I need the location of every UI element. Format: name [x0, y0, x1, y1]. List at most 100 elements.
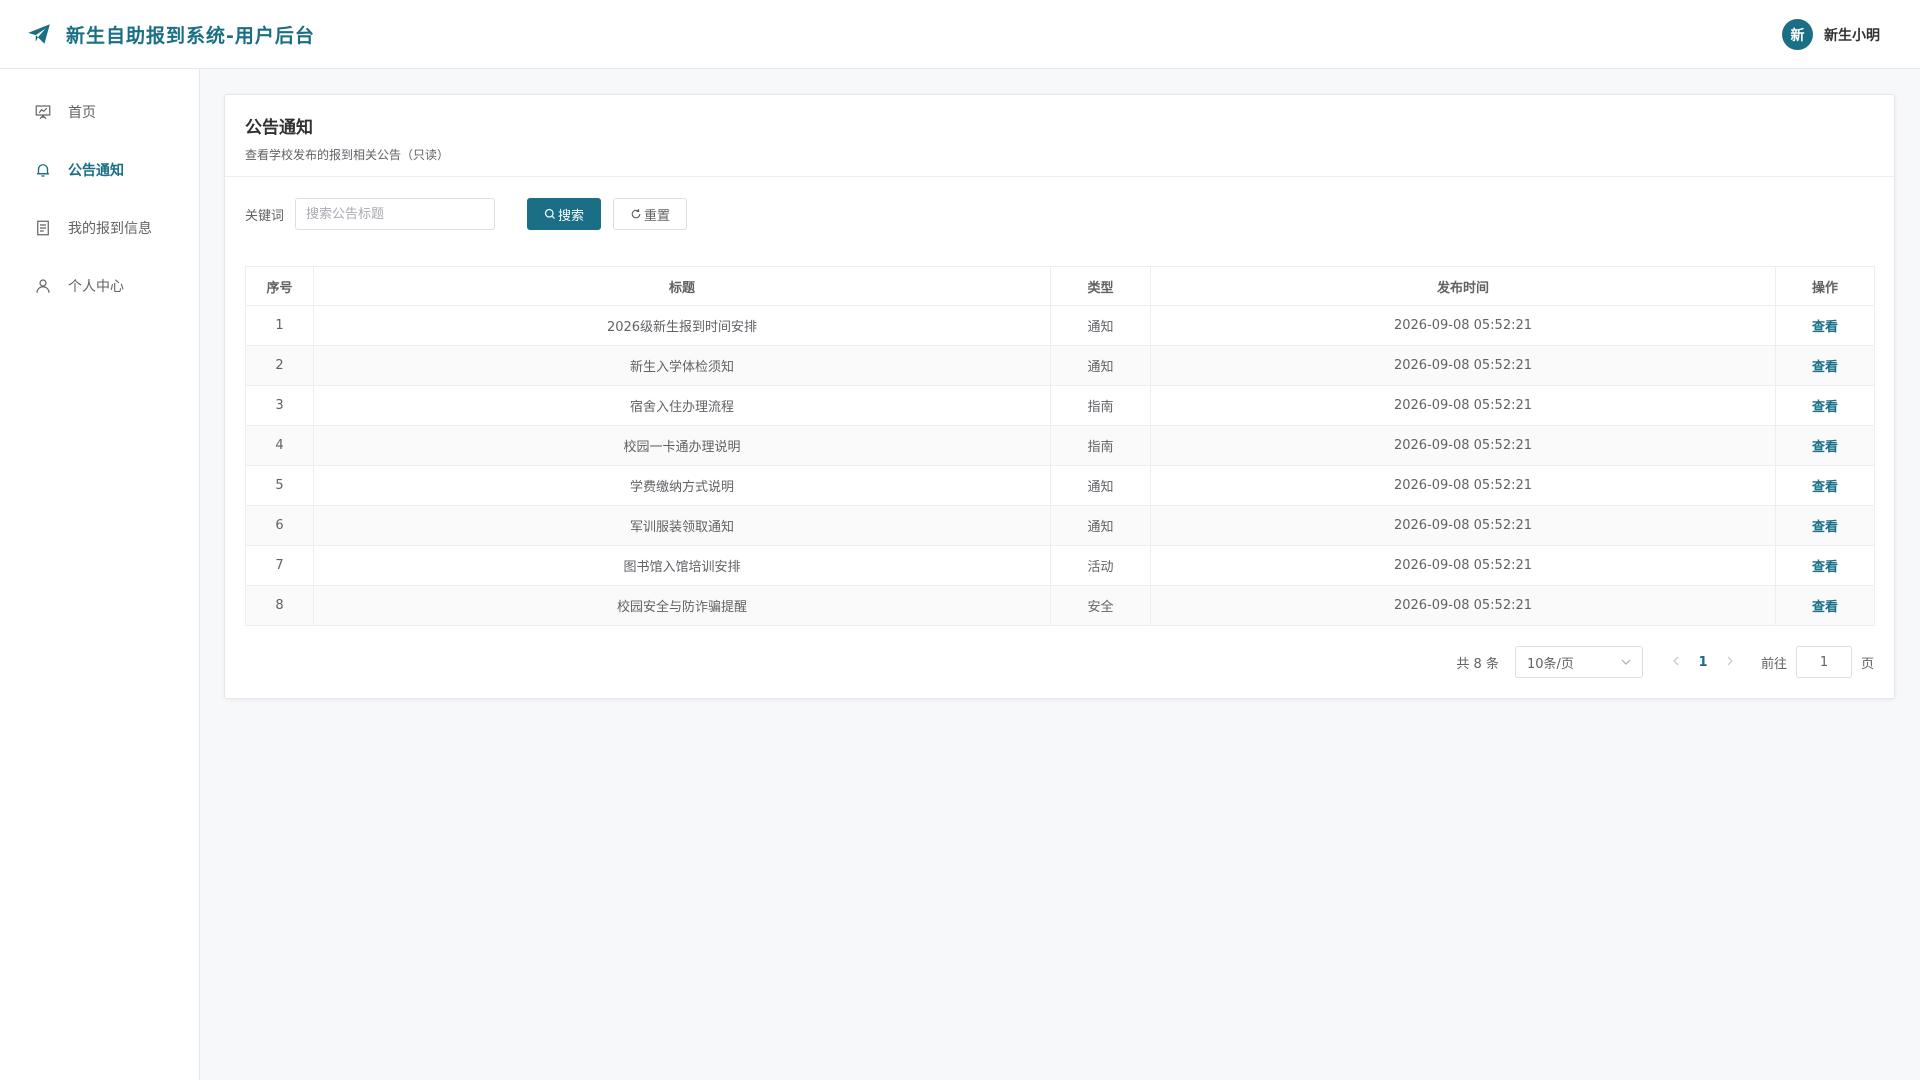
table-row: 3 宿舍入住办理流程 指南 2026-09-08 05:52:21 查看	[245, 385, 1875, 426]
cell-type: 通知	[1050, 505, 1151, 546]
cell-time: 2026-09-08 05:52:21	[1150, 425, 1776, 466]
cell-time: 2026-09-08 05:52:21	[1150, 505, 1776, 546]
sidebar-item-my-registration[interactable]: 我的报到信息	[0, 199, 199, 257]
view-link[interactable]: 查看	[1812, 360, 1838, 375]
cell-no: 4	[245, 425, 314, 466]
cell-no: 8	[245, 585, 314, 626]
search-bar: 关键词 搜索 重置	[245, 197, 688, 231]
cell-type: 指南	[1050, 425, 1151, 466]
cell-action: 查看	[1775, 305, 1875, 346]
announcement-card: 公告通知 查看学校发布的报到相关公告（只读） 关键词 搜索 重置 序号	[224, 94, 1895, 699]
cell-action: 查看	[1775, 585, 1875, 626]
sidebar-item-label: 公告通知	[68, 163, 124, 179]
view-link[interactable]: 查看	[1812, 600, 1838, 615]
goto-label: 前往	[1760, 656, 1787, 672]
cell-action: 查看	[1775, 385, 1875, 426]
bell-icon	[37, 164, 49, 177]
cell-no: 5	[245, 465, 314, 506]
card-header: 公告通知 查看学校发布的报到相关公告（只读）	[225, 95, 1894, 177]
search-input[interactable]	[295, 198, 496, 230]
sidebar-item-label: 我的报到信息	[68, 221, 152, 237]
cell-time: 2026-09-08 05:52:21	[1150, 585, 1776, 626]
header-title: 标题	[313, 266, 1051, 306]
sidebar-item-label: 首页	[68, 105, 96, 121]
header-action: 操作	[1775, 266, 1875, 306]
view-link[interactable]: 查看	[1812, 320, 1838, 335]
table-row: 4 校园一卡通办理说明 指南 2026-09-08 05:52:21 查看	[245, 425, 1875, 466]
cell-title: 校园一卡通办理说明	[313, 425, 1051, 466]
next-page-button[interactable]	[1719, 655, 1741, 670]
reset-button[interactable]: 重置	[613, 198, 688, 230]
cell-no: 2	[245, 345, 314, 386]
table-row: 7 图书馆入馆培训安排 活动 2026-09-08 05:52:21 查看	[245, 545, 1875, 586]
pagination-total: 共 8 条	[1456, 656, 1499, 672]
page-size-select[interactable]: 10条/页	[1514, 646, 1643, 678]
chevron-left-icon	[1673, 656, 1679, 665]
cell-time: 2026-09-08 05:52:21	[1150, 305, 1776, 346]
cell-type: 通知	[1050, 305, 1151, 346]
table-row: 8 校园安全与防诈骗提醒 安全 2026-09-08 05:52:21 查看	[245, 585, 1875, 626]
page-number-current[interactable]: 1	[1687, 655, 1719, 670]
announcement-table: 序号 标题 类型 发布时间 操作 1 2026级新生报到时间安排 通知 2026…	[245, 266, 1875, 626]
goto-page-input[interactable]	[1795, 646, 1852, 678]
search-button[interactable]: 搜索	[527, 198, 602, 230]
cell-action: 查看	[1775, 465, 1875, 506]
view-link[interactable]: 查看	[1812, 400, 1838, 415]
cell-time: 2026-09-08 05:52:21	[1150, 465, 1776, 506]
view-link[interactable]: 查看	[1812, 560, 1838, 575]
cell-type: 指南	[1050, 385, 1151, 426]
cell-title: 新生入学体检须知	[313, 345, 1051, 386]
cell-title: 宿舍入住办理流程	[313, 385, 1051, 426]
cell-title: 军训服装领取通知	[313, 505, 1051, 546]
brand[interactable]: 新生自助报到系统-用户后台	[26, 21, 315, 48]
refresh-icon	[631, 209, 641, 219]
sidebar-item-home[interactable]: 首页	[0, 83, 199, 141]
page-suffix: 页	[1860, 656, 1874, 672]
document-icon	[37, 220, 49, 236]
header-type: 类型	[1050, 266, 1151, 306]
header-no: 序号	[245, 266, 314, 306]
user-icon	[36, 279, 50, 293]
table-row: 6 军训服装领取通知 通知 2026-09-08 05:52:21 查看	[245, 505, 1875, 546]
cell-no: 1	[245, 305, 314, 346]
cell-time: 2026-09-08 05:52:21	[1150, 385, 1776, 426]
cell-type: 活动	[1050, 545, 1151, 586]
view-link[interactable]: 查看	[1812, 520, 1838, 535]
cell-no: 6	[245, 505, 314, 546]
avatar[interactable]: 新	[1782, 19, 1813, 50]
sidebar-item-profile[interactable]: 个人中心	[0, 257, 199, 315]
cell-title: 2026级新生报到时间安排	[313, 305, 1051, 346]
search-button-label: 搜索	[558, 208, 585, 224]
table-row: 2 新生入学体检须知 通知 2026-09-08 05:52:21 查看	[245, 345, 1875, 386]
cell-title: 校园安全与防诈骗提醒	[313, 585, 1051, 626]
table-row: 1 2026级新生报到时间安排 通知 2026-09-08 05:52:21 查…	[245, 305, 1875, 346]
page-title: 公告通知	[245, 118, 313, 138]
cell-type: 通知	[1050, 465, 1151, 506]
presentation-icon	[35, 105, 51, 120]
cell-title: 图书馆入馆培训安排	[313, 545, 1051, 586]
top-header: 新生自助报到系统-用户后台 新 新生小明	[0, 0, 1920, 69]
search-icon	[544, 208, 555, 219]
cell-no: 3	[245, 385, 314, 426]
cell-time: 2026-09-08 05:52:21	[1150, 345, 1776, 386]
cell-type: 通知	[1050, 345, 1151, 386]
paper-plane-icon	[28, 24, 50, 44]
cell-action: 查看	[1775, 545, 1875, 586]
page-size-value: 10条/页	[1526, 656, 1574, 672]
sidebar-item-announcements[interactable]: 公告通知	[0, 141, 199, 199]
header-time: 发布时间	[1150, 266, 1776, 306]
cell-no: 7	[245, 545, 314, 586]
reset-button-label: 重置	[644, 208, 671, 224]
cell-action: 查看	[1775, 425, 1875, 466]
prev-page-button[interactable]	[1665, 655, 1687, 670]
app-title: 新生自助报到系统-用户后台	[66, 24, 315, 47]
cell-type: 安全	[1050, 585, 1151, 626]
view-link[interactable]: 查看	[1812, 480, 1838, 495]
chevron-down-icon	[1621, 659, 1631, 665]
user-name[interactable]: 新生小明	[1824, 25, 1880, 45]
user-menu[interactable]: 新 新生小明	[1782, 19, 1880, 50]
cell-action: 查看	[1775, 345, 1875, 386]
view-link[interactable]: 查看	[1812, 440, 1838, 455]
table-header-row: 序号 标题 类型 发布时间 操作	[245, 266, 1875, 306]
cell-action: 查看	[1775, 505, 1875, 546]
